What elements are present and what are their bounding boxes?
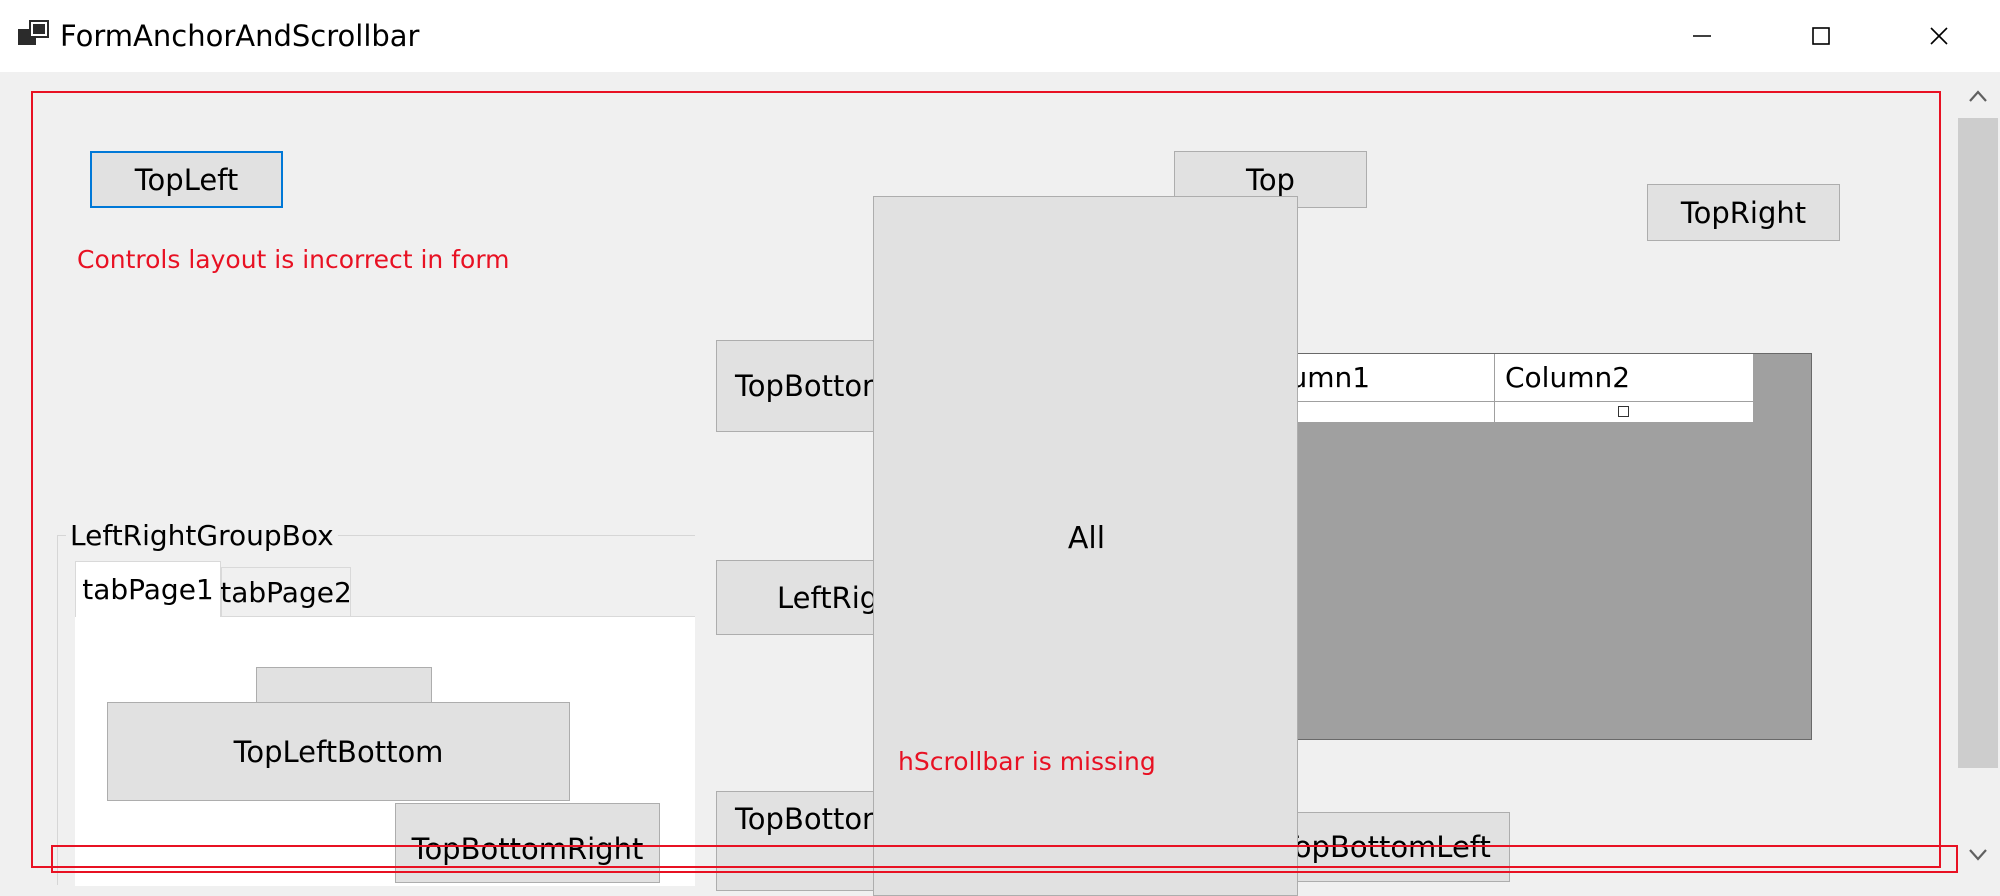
minimize-button[interactable] (1643, 0, 1761, 72)
grid-column-header[interactable]: Column2 (1495, 354, 1753, 402)
grid-cell[interactable] (1495, 402, 1753, 422)
vertical-scrollbar-thumb[interactable] (1958, 118, 1998, 768)
all-button-label: All (1067, 521, 1106, 556)
app-window-icon (18, 20, 50, 48)
chevron-down-icon (1969, 849, 1987, 861)
tab-tabpage1[interactable]: tabPage1 (75, 561, 221, 617)
all-button[interactable]: All hScrollbar is missing (873, 196, 1298, 896)
tabpage-small-button[interactable] (256, 667, 432, 703)
close-button[interactable] (1880, 0, 1998, 72)
chevron-up-icon (1969, 90, 1987, 102)
window-title: FormAnchorAndScrollbar (60, 19, 420, 53)
scroll-down-button[interactable] (1956, 833, 2000, 877)
groupbox-label: LeftRightGroupBox (66, 518, 338, 554)
maximize-icon (1812, 27, 1830, 45)
topright-button[interactable]: TopRight (1647, 184, 1840, 241)
topleftbottom-button[interactable]: TopLeftBottom (107, 702, 570, 801)
maximize-button[interactable] (1762, 0, 1880, 72)
minimize-icon (1693, 35, 1711, 37)
layout-issue-annotation: Controls layout is incorrect in form (77, 245, 510, 274)
hscrollbar-issue-annotation: hScrollbar is missing (898, 747, 1156, 776)
scroll-up-button[interactable] (1956, 74, 2000, 118)
close-icon (1930, 27, 1948, 45)
title-bar[interactable]: FormAnchorAndScrollbar (0, 0, 2000, 72)
topbottomright-button[interactable]: TopBottomRight (395, 803, 660, 883)
topleft-button[interactable]: TopLeft (90, 151, 283, 208)
tab-tabpage2[interactable]: tabPage2 (220, 567, 352, 616)
data-grid[interactable]: Column1 Column2 (1234, 353, 1812, 740)
grid-data-row[interactable] (1235, 402, 1753, 423)
grid-checkbox[interactable] (1618, 406, 1629, 417)
grid-header-row: Column1 Column2 (1235, 354, 1753, 402)
